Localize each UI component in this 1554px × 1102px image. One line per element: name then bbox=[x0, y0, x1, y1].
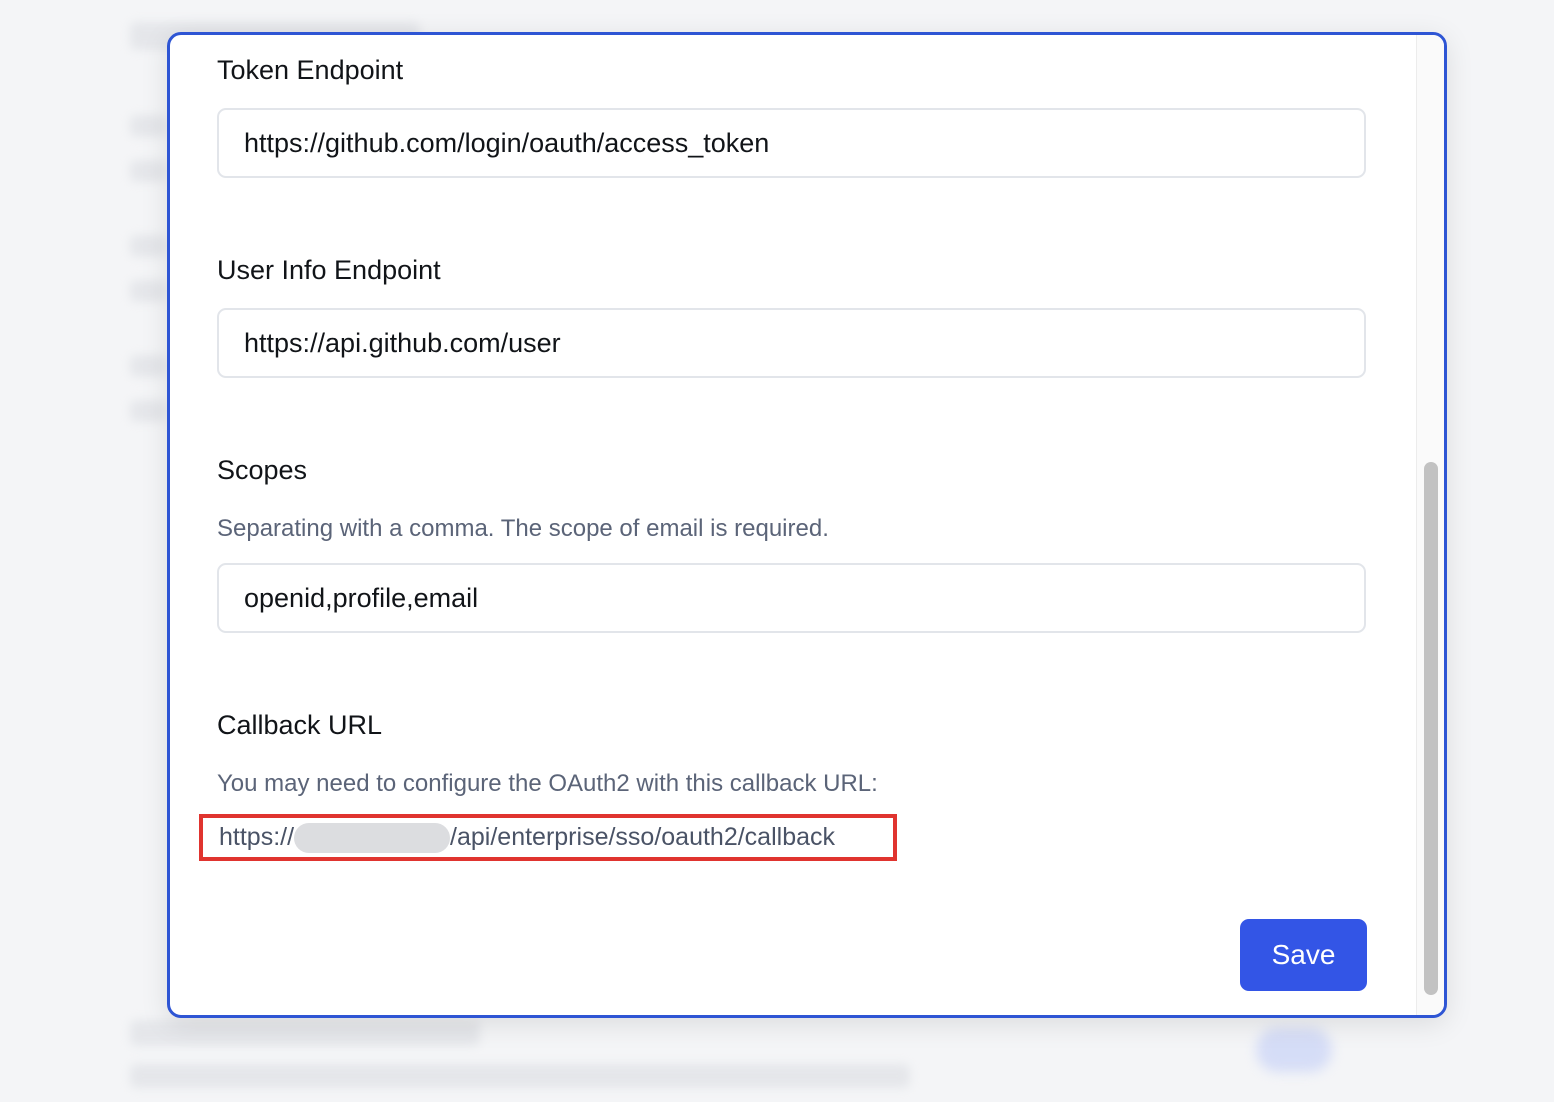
modal-scrollbar[interactable] bbox=[1416, 35, 1444, 1015]
callback-url-label: Callback URL bbox=[217, 710, 383, 740]
scopes-label: Scopes bbox=[217, 455, 308, 485]
callback-url-prefix: https:// bbox=[219, 823, 295, 851]
background-text bbox=[130, 115, 166, 137]
background-text bbox=[130, 400, 166, 422]
redacted-host-block bbox=[294, 822, 451, 853]
token-endpoint-input[interactable] bbox=[217, 108, 1366, 178]
background-text bbox=[130, 160, 166, 182]
scopes-input[interactable] bbox=[217, 563, 1366, 633]
save-button[interactable]: Save bbox=[1240, 919, 1367, 991]
background-setting-title bbox=[130, 1020, 480, 1046]
token-endpoint-label: Token Endpoint bbox=[217, 55, 404, 85]
background-toggle bbox=[1256, 1028, 1332, 1072]
background-setting-description bbox=[130, 1064, 910, 1088]
user-info-endpoint-input[interactable] bbox=[217, 308, 1366, 378]
background-text bbox=[130, 235, 166, 257]
oauth-settings-modal: Token Endpoint User Info Endpoint Scopes… bbox=[167, 32, 1447, 1018]
callback-url-path: /api/enterprise/sso/oauth2/callback bbox=[450, 823, 835, 851]
user-info-endpoint-label: User Info Endpoint bbox=[217, 255, 441, 285]
modal-scroll-content: Token Endpoint User Info Endpoint Scopes… bbox=[170, 35, 1416, 1015]
scopes-hint: Separating with a comma. The scope of em… bbox=[217, 515, 829, 542]
background-text bbox=[130, 280, 166, 302]
scrollbar-thumb[interactable] bbox=[1424, 462, 1438, 995]
callback-url-highlight: https:// /api/enterprise/sso/oauth2/call… bbox=[199, 814, 897, 861]
background-text bbox=[130, 355, 166, 377]
callback-url-hint: You may need to configure the OAuth2 wit… bbox=[217, 770, 878, 797]
